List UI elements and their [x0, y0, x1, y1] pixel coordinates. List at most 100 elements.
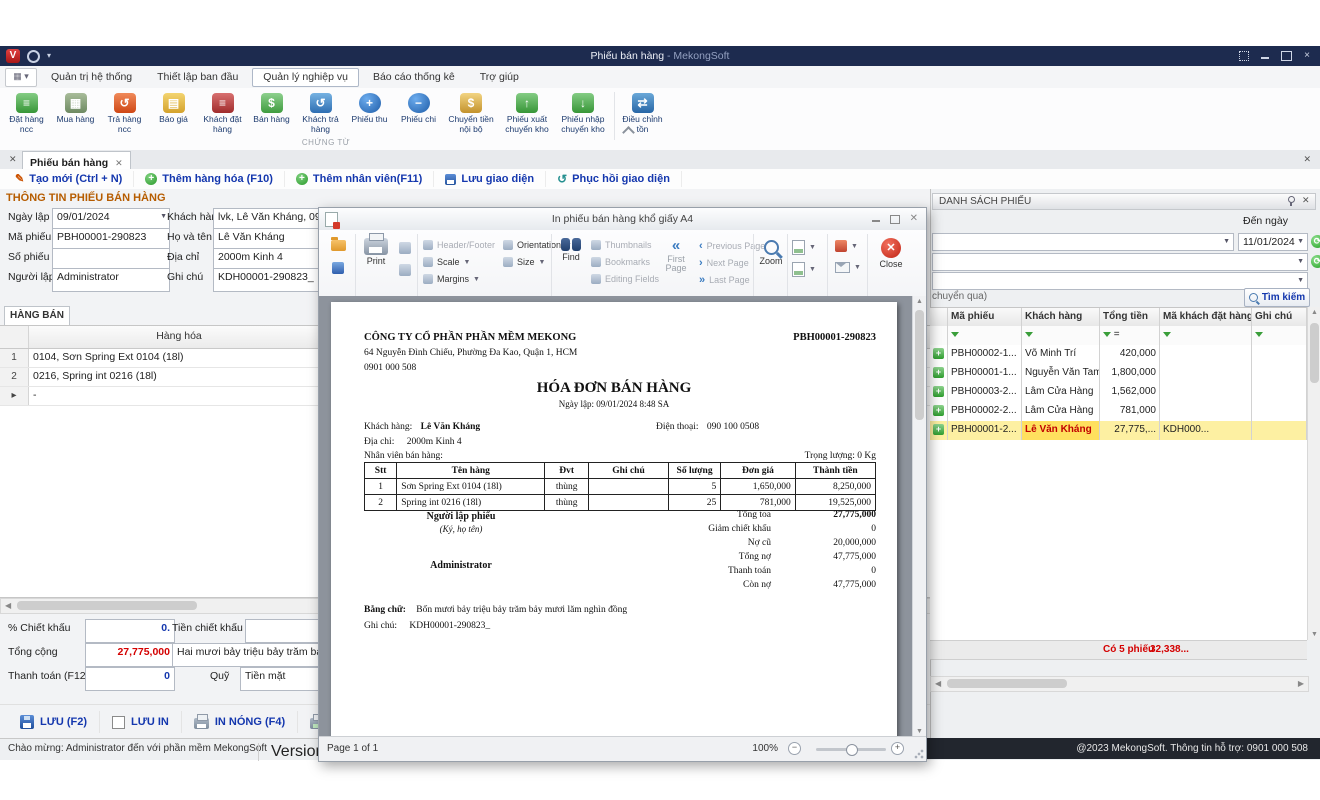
ribbon-item-phieu-nhap-kho[interactable]: ↓ Phiếu nhập chuyển kho [555, 90, 611, 134]
tong-tien-cell[interactable]: 420,000 [1100, 345, 1160, 364]
close-preview-button[interactable]: ✕ Close [871, 238, 911, 269]
chevron-down-icon[interactable]: ▼ [1297, 238, 1304, 245]
send-email-button[interactable]: ▼ [835, 262, 861, 273]
ma-kdh-cell[interactable] [1160, 402, 1252, 421]
zoom-slider-knob[interactable] [846, 744, 858, 756]
table-row[interactable]: + PBH00002-1... Võ Minh Trí 420,000 [930, 345, 1307, 365]
ma-phieu-cell[interactable]: PBH00001-1... [948, 364, 1022, 383]
column-header-hang-hoa[interactable]: Hàng hóa [29, 326, 330, 348]
table-row-selected[interactable]: + PBH00001-2... Lê Văn Kháng 27,775,... … [930, 421, 1307, 441]
scale-button[interactable]: Scale ▼ [423, 257, 470, 267]
ma-phieu-cell[interactable]: PBH00003-2... [948, 383, 1022, 402]
save-print-checkbox[interactable]: LƯU IN [100, 711, 182, 733]
ribbon-item-tra-hang-ncc[interactable]: ↺ Trả hàng ncc [100, 90, 149, 134]
minimize-icon[interactable] [872, 217, 880, 222]
table-row[interactable]: + PBH00003-2... Lâm Cửa Hàng 1,562,000 [930, 383, 1307, 403]
tab-close-icon[interactable]: ✕ [115, 158, 123, 169]
menu-tab-thiet-lap[interactable]: Thiết lập ban đầu [146, 68, 249, 87]
refresh-icon[interactable]: ⟳ [1311, 255, 1320, 268]
table-row[interactable]: + PBH00002-2... Lâm Cửa Hàng 781,000 [930, 402, 1307, 422]
ghi-chu-cell[interactable] [1252, 383, 1307, 402]
add-employee-button[interactable]: + Thêm nhân viên(F11) [285, 171, 434, 187]
ma-phieu-cell[interactable]: PBH00002-1... [948, 345, 1022, 364]
zoom-button[interactable]: Zoom [756, 238, 786, 266]
tab-hang-ban[interactable]: HÀNG BÁN [4, 306, 70, 326]
filter-cell[interactable] [1160, 326, 1252, 345]
editing-fields-button[interactable]: Editing Fields [591, 274, 659, 284]
find-button[interactable]: Find [555, 238, 587, 262]
receipt-list-header[interactable]: DANH SÁCH PHIẾU [932, 193, 1316, 210]
chevron-down-icon[interactable]: ▼ [1297, 277, 1304, 284]
thumbnails-button[interactable]: Thumbnails [591, 240, 652, 250]
ribbon-item-phieu-chi[interactable]: − Phiếu chi [394, 90, 443, 125]
zoom-slider[interactable] [816, 748, 886, 751]
khach-hang-cell[interactable]: Lê Văn Kháng [1022, 421, 1100, 440]
new-row-cell[interactable]: - [29, 387, 330, 405]
refresh-icon[interactable]: ⟳ [1311, 235, 1320, 248]
scrollbar-thumb[interactable] [915, 310, 924, 420]
nguoi-lap-field[interactable]: Administrator [52, 268, 170, 292]
scrollbar-thumb[interactable] [947, 679, 1067, 688]
ghi-chu-cell[interactable] [1252, 364, 1307, 383]
app-menu-button[interactable]: ▦ ▾ [5, 68, 37, 87]
filter-cell[interactable] [1252, 326, 1307, 345]
tong-tien-cell[interactable]: 27,775,... [1100, 421, 1160, 440]
receipt-grid-horizontal-scrollbar[interactable]: ◀ ▶ [930, 676, 1309, 692]
maximize-icon[interactable] [890, 215, 900, 224]
chevron-down-icon[interactable]: ▼ [1223, 238, 1230, 245]
ribbon-item-khach-dat-hang[interactable]: ≡ Khách đặt hàng [198, 90, 247, 134]
dialog-titlebar[interactable]: In phiếu bán hàng khổ giấy A4 ✕ [319, 208, 926, 231]
chiet-khau-field[interactable]: 0. [85, 619, 175, 643]
scrollbar-thumb[interactable] [17, 601, 197, 610]
ma-kdh-cell[interactable] [1160, 364, 1252, 383]
column-header-ma-phieu[interactable]: Mã phiếu [948, 308, 1022, 327]
scroll-up-icon[interactable]: ▲ [1311, 309, 1318, 316]
tong-tien-cell[interactable]: 1,800,000 [1100, 364, 1160, 383]
preview-vertical-scrollbar[interactable]: ▲ ▼ [912, 296, 926, 737]
ribbon-item-dat-hang-ncc[interactable]: ≡ Đặt hàng ncc [2, 90, 51, 134]
save-document-icon[interactable] [332, 262, 344, 274]
scroll-left-icon[interactable]: ◀ [5, 601, 11, 610]
column-header-tong-tien[interactable]: Tổng tiền [1100, 308, 1160, 327]
row-select-cell[interactable]: + [930, 364, 948, 383]
column-header-khach-hang[interactable]: Khách hàng [1022, 308, 1100, 327]
ribbon-item-phieu-thu[interactable]: + Phiếu thu [345, 90, 394, 125]
den-ngay-combo[interactable]: 11/01/2024▼ [1238, 233, 1308, 251]
checkbox-icon[interactable] [112, 716, 125, 729]
chevron-down-icon[interactable]: ▼ [160, 213, 167, 220]
save-layout-button[interactable]: Lưu giao diện [434, 171, 546, 187]
tu-ngay-combo[interactable]: ▼ [932, 233, 1234, 251]
ribbon-item-ban-hang[interactable]: $ Bán hàng [247, 90, 296, 125]
pin-icon[interactable] [1288, 196, 1295, 203]
search-button[interactable]: Tìm kiếm [1244, 288, 1310, 307]
filter-cell[interactable] [930, 326, 948, 345]
export-document-button[interactable]: ▼ [835, 240, 858, 252]
resize-grip[interactable] [914, 749, 924, 759]
scrollbar-thumb[interactable] [1310, 323, 1319, 383]
panel-close-icon[interactable]: ✕ [1302, 195, 1310, 206]
restore-icon[interactable] [1281, 51, 1292, 61]
ma-phieu-cell[interactable]: PBH00002-2... [948, 402, 1022, 421]
open-document-icon[interactable] [331, 240, 346, 251]
page-setup-icon[interactable] [399, 264, 411, 276]
menu-tab-bao-cao[interactable]: Báo cáo thống kê [362, 68, 466, 87]
save-button[interactable]: LƯU (F2) [8, 711, 100, 733]
ma-kdh-cell[interactable] [1160, 345, 1252, 364]
bookmarks-button[interactable]: Bookmarks [591, 257, 650, 267]
hot-print-button[interactable]: IN NÓNG (F4) [182, 711, 298, 733]
filter-row[interactable]: = [930, 326, 1307, 346]
add-product-button[interactable]: + Thêm hàng hóa (F10) [134, 171, 285, 187]
ma-phieu-cell[interactable]: PBH00001-2... [948, 421, 1022, 440]
menu-tab-quan-tri[interactable]: Quản trị hệ thống [40, 68, 143, 87]
khach-hang-cell[interactable]: Lâm Cửa Hàng [1022, 402, 1100, 421]
tong-tien-cell[interactable]: 1,562,000 [1100, 383, 1160, 402]
filter-cell[interactable] [1022, 326, 1100, 345]
watermark-button[interactable]: ▼ [792, 262, 816, 277]
print-button[interactable]: Print [359, 238, 393, 266]
zoom-in-icon[interactable]: + [891, 742, 904, 755]
header-footer-button[interactable]: Header/Footer [423, 240, 495, 250]
khach-hang-cell[interactable]: Lâm Cửa Hàng [1022, 383, 1100, 402]
ribbon-item-khach-tra-hang[interactable]: ↺ Khách trả hàng [296, 90, 345, 134]
product-cell[interactable]: 0104, Sơn Spring Ext 0104 (18l) [29, 349, 330, 367]
scroll-down-icon[interactable]: ▼ [916, 728, 923, 735]
